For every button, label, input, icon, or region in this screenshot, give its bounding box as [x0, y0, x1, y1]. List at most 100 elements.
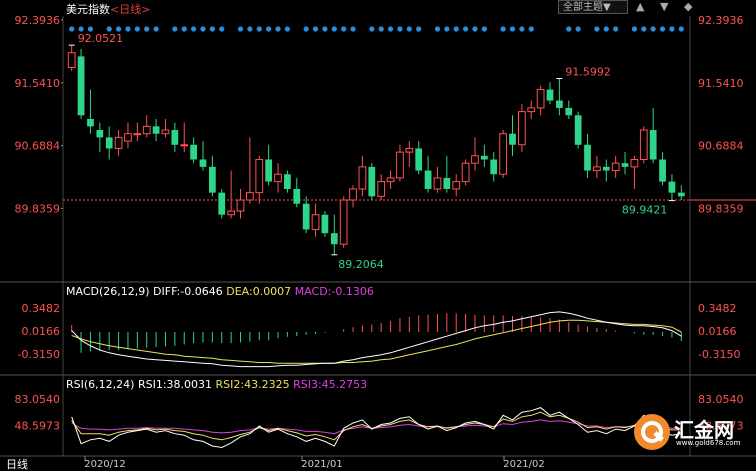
- event-dot: [350, 26, 356, 32]
- candle-body: [358, 166, 367, 190]
- event-dot: [650, 26, 656, 32]
- macd-y-tick-right: -0.3150: [698, 348, 740, 361]
- candle-body: [405, 147, 414, 153]
- price-y-tick-left: 90.6884: [15, 140, 61, 153]
- candle-body: [490, 159, 498, 175]
- candle-body: [142, 125, 151, 135]
- event-dot: [434, 26, 441, 32]
- logo-url: www.gold678.com: [676, 439, 741, 447]
- candle-body: [208, 166, 216, 193]
- candle-body: [105, 137, 113, 149]
- annotation-label: 89.2064: [338, 258, 384, 271]
- rsi-y-tick-right: 83.0540: [698, 393, 744, 406]
- macd-legend-dea: DEA:0.0007: [226, 285, 292, 298]
- event-dot: [247, 26, 253, 32]
- candle-body: [433, 177, 442, 190]
- rsi-legend-rsi2: RSI2:43.2325: [215, 378, 290, 391]
- candle-body: [461, 162, 470, 183]
- event-dot: [453, 26, 459, 32]
- event-dot: [134, 26, 140, 32]
- candle-body: [593, 166, 601, 172]
- event-dot: [237, 26, 244, 32]
- annotation-label: 91.5992: [565, 66, 611, 79]
- event-dot: [331, 26, 337, 32]
- event-dot: [181, 26, 187, 32]
- x-axis-label: 2020/12: [84, 459, 126, 470]
- candle-body: [124, 133, 132, 142]
- annotation-label: 89.9421: [622, 204, 668, 217]
- macd-legend-title: MACD(26,12,9): [66, 285, 150, 298]
- candle-body: [443, 177, 451, 189]
- candle-body: [133, 133, 142, 136]
- rsi-legend-title: RSI(6,12,24): [66, 378, 135, 391]
- event-dot: [219, 26, 225, 32]
- event-dot: [444, 26, 450, 32]
- candle-body: [480, 155, 488, 160]
- macd-y-tick-left: 0.0166: [22, 325, 61, 338]
- rsi-legend-rsi1: RSI1:38.0031: [137, 378, 213, 391]
- event-dot: [631, 26, 638, 32]
- period-tab[interactable]: 日线: [6, 456, 28, 471]
- candle-body: [67, 52, 76, 68]
- candle-body: [302, 203, 310, 230]
- candle-body: [602, 166, 610, 171]
- macd-y-tick-left: -0.3150: [18, 348, 60, 361]
- candle-body: [556, 100, 563, 108]
- event-dot: [678, 26, 684, 32]
- event-dot: [669, 26, 675, 32]
- event-dot: [256, 26, 262, 32]
- rsi-y-tick-left: 83.0540: [15, 393, 61, 406]
- candle-body: [546, 89, 554, 101]
- event-dot: [378, 26, 384, 32]
- candle-body: [639, 129, 648, 160]
- candle-body: [284, 174, 291, 189]
- price-y-tick-left: 91.5410: [15, 77, 61, 90]
- event-dot: [322, 26, 328, 32]
- price-y-tick-left: 92.3936: [15, 14, 61, 27]
- gold678-logo: 汇金网 www.gold678.com: [632, 412, 750, 452]
- candle-body: [293, 188, 301, 204]
- price-y-tick-right: 92.3936: [698, 14, 744, 27]
- candle-body: [96, 130, 104, 138]
- candle-body: [424, 170, 432, 189]
- candle-body: [452, 181, 461, 190]
- price-y-tick-left: 89.8359: [15, 202, 61, 215]
- price-y-tick-right: 90.6884: [698, 140, 744, 153]
- event-dot: [284, 26, 291, 32]
- candle-body: [377, 181, 386, 197]
- macd-legend-macd: MACD:-0.1306: [294, 285, 374, 298]
- candle-body: [565, 107, 573, 116]
- event-dot: [500, 26, 506, 32]
- event-dot: [191, 26, 197, 32]
- candle-body: [321, 214, 329, 234]
- rsi-legend-rsi3: RSI3:45.2753: [293, 378, 368, 391]
- candle-body: [190, 144, 197, 160]
- chart-canvas[interactable]: 92.3936 92.3936 91.5410 91.5410 90.6884 90.68…: [0, 0, 756, 471]
- candle-body: [677, 192, 685, 197]
- candle-body: [386, 177, 395, 183]
- annotation-label: 92.0521: [78, 32, 124, 45]
- event-dot: [509, 26, 516, 32]
- candle-body: [171, 130, 179, 145]
- macd-y-tick-right: 0.3482: [698, 302, 737, 315]
- event-dot: [172, 26, 178, 32]
- dif-line: [71, 311, 682, 368]
- event-dot: [78, 26, 84, 32]
- candle-body: [471, 155, 479, 164]
- event-dot: [594, 26, 600, 32]
- event-dot: [209, 26, 215, 32]
- event-dot: [275, 26, 281, 32]
- event-dot: [266, 26, 272, 32]
- candle-body: [368, 166, 376, 197]
- candle-body: [199, 159, 207, 167]
- candle-body: [668, 181, 676, 193]
- candle-body: [330, 233, 338, 245]
- candle-body: [415, 148, 423, 171]
- event-dot: [387, 26, 394, 32]
- event-dot: [69, 26, 75, 32]
- rsi-y-tick-left: 48.5973: [15, 420, 61, 433]
- candle-body: [499, 133, 507, 175]
- candle-body: [517, 111, 526, 146]
- macd-y-tick-right: 0.0166: [698, 325, 737, 338]
- event-dot: [575, 26, 581, 32]
